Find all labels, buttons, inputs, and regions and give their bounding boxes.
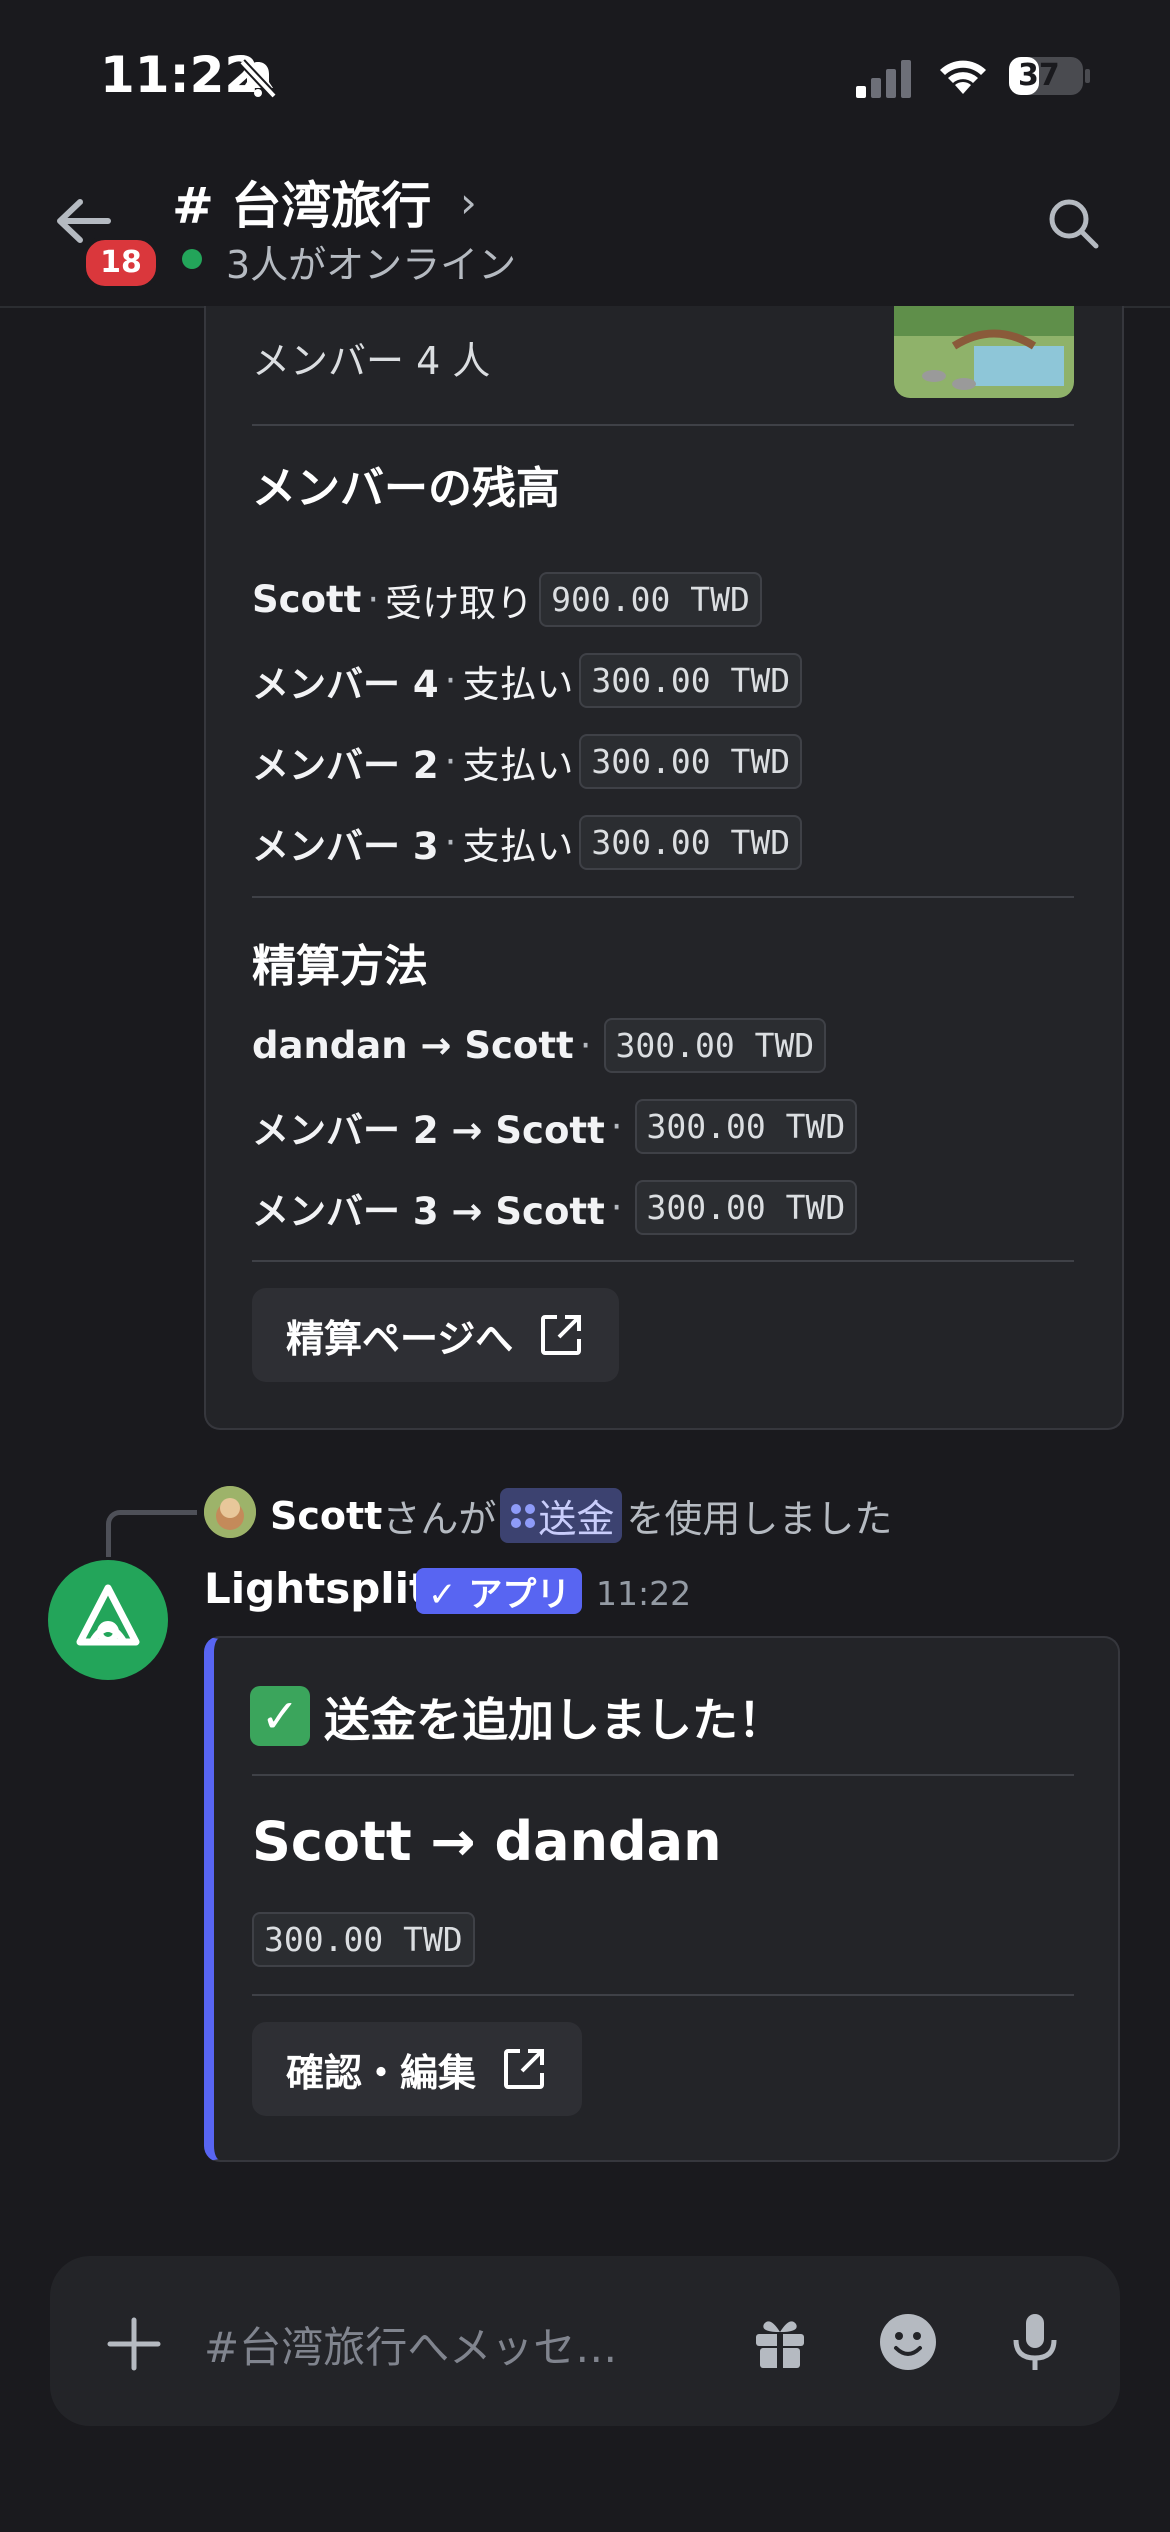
separator: · (444, 740, 457, 783)
balances-title: メンバーの残高 (252, 463, 560, 514)
confirm-edit-button[interactable]: 確認・編集 (252, 2022, 583, 2116)
divider (252, 1774, 1074, 1776)
amount-row: 300.00 TWD (252, 1912, 475, 1967)
balance-action: 支払い (462, 824, 574, 868)
external-link-icon (541, 1315, 582, 1355)
check-mark-icon: ✓ (250, 1686, 310, 1746)
settlement-page-button[interactable]: 精算ページへ (252, 1288, 620, 1382)
settlement-title: 精算方法 (252, 941, 428, 992)
balance-action: 支払い (462, 743, 574, 787)
settlement-pair: メンバー 2 → Scott (252, 1108, 605, 1152)
amount-code: 300.00 TWD (579, 815, 803, 870)
chevron-right-icon[interactable]: › (460, 178, 477, 227)
amount-code: 300.00 TWD (579, 734, 803, 789)
settlement-pair: dandan → Scott (252, 1024, 574, 1067)
plus-icon[interactable] (104, 2314, 164, 2378)
gift-icon[interactable] (752, 2314, 808, 2374)
transfer-pair: Scott → dandan (252, 1810, 722, 1873)
command-reply: Scott さんが 送金 を使用しました (270, 1488, 892, 1543)
separator: · (579, 1024, 592, 1067)
unread-badge: 18 (82, 236, 160, 290)
bot-avatar[interactable] (48, 1560, 168, 1680)
emoji-icon[interactable] (878, 2312, 938, 2376)
bell-muted-icon (236, 56, 280, 104)
reply-connector (106, 1510, 197, 1557)
divider (252, 896, 1074, 898)
amount-code: 900.00 TWD (539, 572, 762, 627)
divider (252, 1260, 1074, 1262)
amount-code: 300.00 TWD (634, 1180, 858, 1235)
battery-level: 37 (1018, 58, 1060, 93)
online-count: 3人がオンライン (226, 243, 517, 287)
settlement-pair: メンバー 3 → Scott (252, 1189, 605, 1233)
app-badge: ✓ アプリ (416, 1568, 583, 1615)
divider (252, 424, 1074, 426)
avatar[interactable] (204, 1486, 256, 1538)
reply-text-post: を使用しました (626, 1497, 893, 1541)
divider (252, 1994, 1074, 1996)
embed-title: 送金を追加しました！ (324, 1693, 784, 1747)
balance-row: Scott · 受け取り 900.00 TWD (252, 572, 762, 627)
embed-thumbnail (894, 306, 1074, 398)
member-name: メンバー 4 (252, 662, 439, 706)
reply-text-pre: さんが (382, 1497, 497, 1541)
app-command-icon (511, 1503, 536, 1528)
search-icon[interactable] (1046, 196, 1102, 256)
amount-code: 300.00 TWD (579, 653, 803, 708)
reply-username[interactable]: Scott (270, 1494, 382, 1538)
settlement-row: メンバー 3 → Scott · 300.00 TWD (252, 1180, 858, 1235)
wifi-icon (936, 54, 990, 100)
member-name: メンバー 3 (252, 824, 439, 868)
separator: · (610, 1105, 623, 1148)
message-input[interactable]: #台湾旅行へメッセ… (204, 2314, 617, 2375)
button-label: 確認・編集 (286, 2050, 477, 2095)
cellular-signal-icon (856, 58, 914, 102)
balance-action: 受け取り (385, 581, 534, 625)
settlement-row: dandan → Scott · 300.00 TWD (252, 1018, 827, 1073)
amount-code: 300.00 TWD (603, 1018, 827, 1073)
member-name: メンバー 2 (252, 743, 439, 787)
button-label: 精算ページへ (286, 1316, 514, 1361)
separator: · (444, 821, 457, 864)
separator: · (367, 578, 380, 621)
amount-code: 300.00 TWD (634, 1099, 858, 1154)
slash-command[interactable]: 送金 (500, 1488, 623, 1543)
online-status-dot (182, 249, 202, 269)
channel-title[interactable]: # 台湾旅行 (172, 166, 431, 238)
balance-row: メンバー 4 · 支払い 300.00 TWD (252, 653, 803, 708)
message-timestamp: 11:22 (596, 1574, 692, 1613)
member-name: Scott (252, 578, 362, 621)
battery-icon: 37 (1008, 56, 1092, 100)
balance-row: メンバー 3 · 支払い 300.00 TWD (252, 815, 803, 870)
separator: · (444, 659, 457, 702)
member-count: メンバー 4 人 (252, 339, 491, 383)
bot-username[interactable]: Lightsplit (204, 1564, 429, 1613)
amount-code: 300.00 TWD (252, 1912, 475, 1967)
command-name: 送金 (538, 1497, 615, 1541)
separator: · (610, 1186, 623, 1229)
settlement-row: メンバー 2 → Scott · 300.00 TWD (252, 1099, 858, 1154)
microphone-icon[interactable] (1010, 2312, 1060, 2376)
balance-action: 支払い (462, 662, 574, 706)
external-link-icon (504, 2049, 545, 2089)
balance-row: メンバー 2 · 支払い 300.00 TWD (252, 734, 803, 789)
